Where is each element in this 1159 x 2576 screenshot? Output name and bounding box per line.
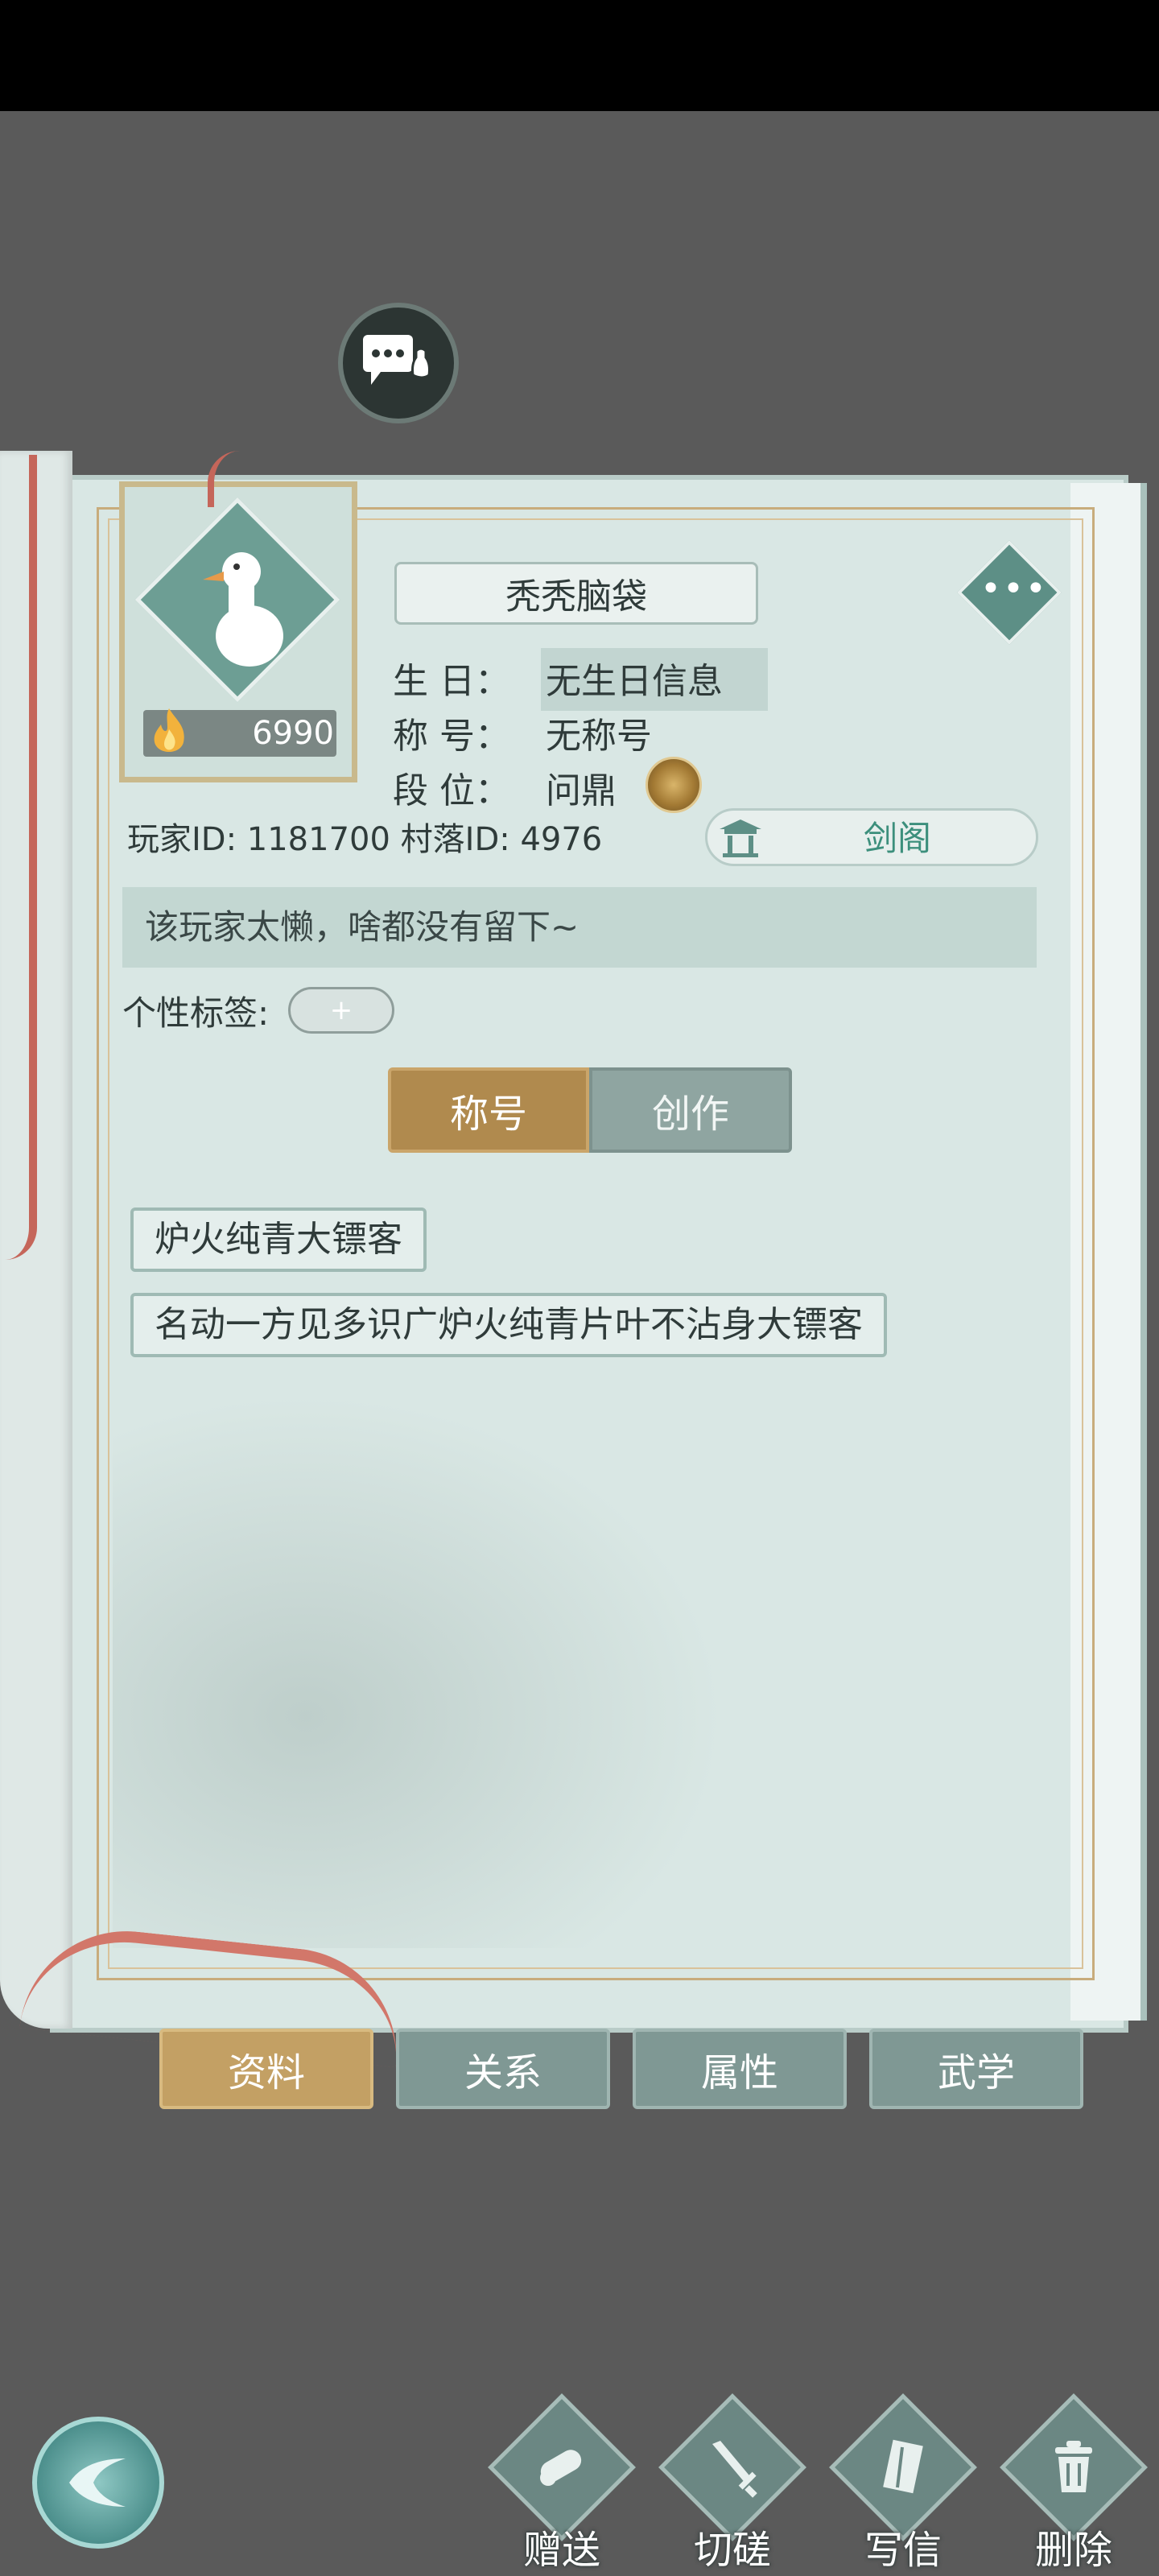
segment-titles[interactable]: 称号 bbox=[388, 1067, 589, 1153]
tab-martial-label: 武学 bbox=[937, 2050, 1015, 2095]
goose-avatar-icon bbox=[203, 552, 283, 667]
write-letter-button[interactable]: 写信 bbox=[823, 2393, 977, 2576]
title-label: 称 号： bbox=[393, 716, 510, 757]
tab-martial[interactable]: 武学 bbox=[869, 2029, 1083, 2109]
village-id: 村落ID: 4976 bbox=[400, 821, 603, 858]
chat-icon bbox=[363, 335, 431, 385]
segment-titles-label: 称号 bbox=[449, 1092, 527, 1137]
back-button[interactable] bbox=[32, 2417, 164, 2549]
signature-box: 该玩家太懒，啥都没有留下~ bbox=[122, 887, 1037, 968]
spar-button[interactable]: 切磋 bbox=[652, 2393, 806, 2576]
tab-profile-label: 资料 bbox=[227, 2050, 305, 2095]
tab-profile[interactable]: 资料 bbox=[159, 2029, 373, 2109]
tab-attributes[interactable]: 属性 bbox=[633, 2029, 847, 2109]
birthday-value: 无生日信息 bbox=[546, 661, 723, 702]
spar-label: 切磋 bbox=[693, 2528, 771, 2573]
rank-value: 问鼎 bbox=[546, 770, 617, 811]
tab-relations-label: 关系 bbox=[464, 2050, 542, 2095]
delete-button[interactable]: 删除 bbox=[993, 2393, 1148, 2576]
rank-badge-icon[interactable] bbox=[645, 757, 702, 813]
ribbon-decoration bbox=[5, 455, 37, 1260]
more-icon: ••• bbox=[980, 568, 1048, 609]
title-chip[interactable]: 炉火纯青大镖客 bbox=[130, 1208, 427, 1272]
pavilion-icon bbox=[720, 819, 761, 857]
letter-icon bbox=[883, 2439, 923, 2494]
player-id: 玩家ID: 1181700 bbox=[127, 821, 390, 858]
rank-label: 段 位： bbox=[393, 770, 510, 811]
card-ribbon-decoration bbox=[208, 451, 246, 507]
status-bar bbox=[0, 0, 1159, 111]
title-value: 无称号 bbox=[546, 716, 652, 757]
guild-name: 剑阁 bbox=[863, 819, 931, 858]
scroll-icon bbox=[540, 2450, 582, 2486]
popularity-value: 6990 bbox=[252, 715, 334, 752]
segment-creations[interactable]: 创作 bbox=[589, 1067, 792, 1153]
gift-button[interactable]: 赠送 bbox=[481, 2393, 636, 2576]
player-name-plate: 秃秃脑袋 bbox=[394, 562, 758, 625]
back-arrow-icon bbox=[69, 2458, 126, 2507]
segment-creations-label: 创作 bbox=[651, 1092, 729, 1137]
chat-button[interactable] bbox=[338, 303, 459, 423]
ink-landscape-decoration bbox=[113, 1368, 757, 1948]
tags-label: 个性标签: bbox=[122, 993, 270, 1033]
trash-icon bbox=[1055, 2441, 1092, 2492]
tab-relations[interactable]: 关系 bbox=[396, 2029, 610, 2109]
fire-icon bbox=[154, 708, 184, 752]
title-chip[interactable]: 名动一方见多识广炉火纯青片叶不沾身大镖客 bbox=[130, 1293, 887, 1357]
ids-line: 玩家ID: 1181700 村落ID: 4976 bbox=[127, 813, 602, 860]
tab-attributes-label: 属性 bbox=[700, 2050, 778, 2095]
birthday-label: 生 日： bbox=[393, 661, 510, 702]
write-letter-label: 写信 bbox=[864, 2528, 942, 2573]
player-name: 秃秃脑袋 bbox=[505, 576, 647, 617]
add-tag-button[interactable]: + bbox=[288, 987, 394, 1034]
gift-label: 赠送 bbox=[522, 2528, 600, 2573]
sword-icon bbox=[712, 2441, 757, 2498]
delete-label: 删除 bbox=[1034, 2528, 1112, 2573]
